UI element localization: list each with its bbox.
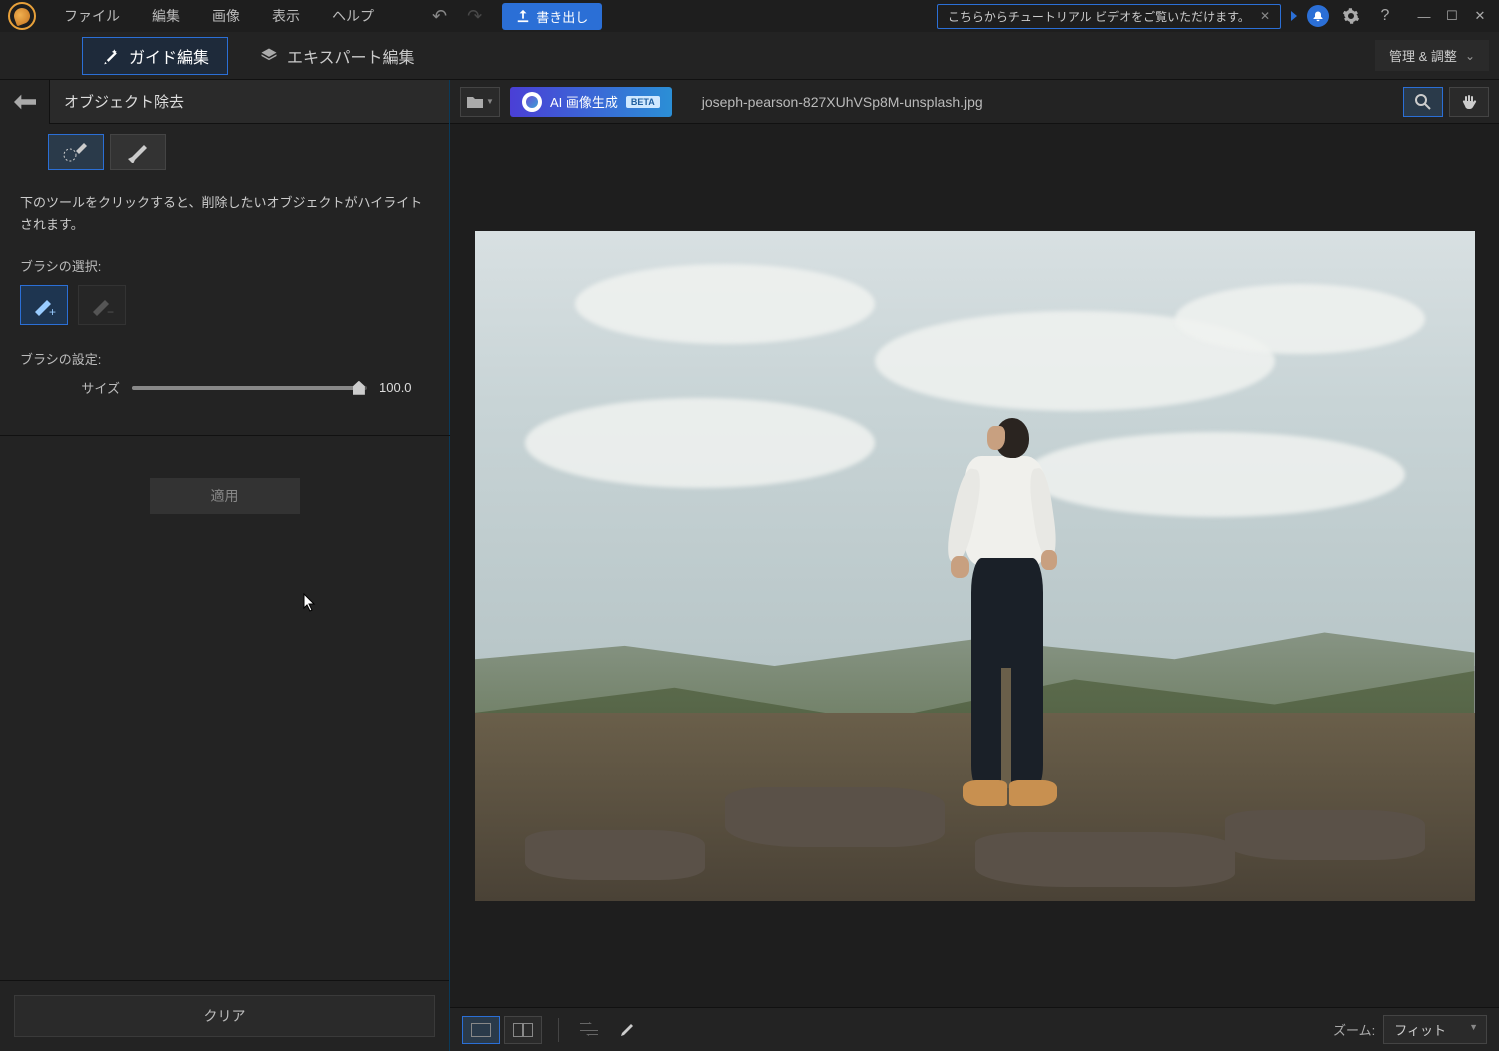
pan-tool-button[interactable]	[1449, 87, 1489, 117]
menu-help[interactable]: ヘルプ	[318, 2, 388, 30]
notifications-icon[interactable]	[1307, 5, 1329, 27]
canvas-image[interactable]	[475, 231, 1475, 901]
redo-button[interactable]: ↷	[461, 4, 488, 29]
svg-text:−: −	[107, 305, 114, 318]
tutorial-banner[interactable]: こちらからチュートリアル ビデオをご覧いただけます。 ✕	[937, 4, 1281, 29]
close-button[interactable]: ✕	[1469, 5, 1491, 27]
clear-button[interactable]: クリア	[14, 995, 435, 1037]
menu-file[interactable]: ファイル	[50, 2, 134, 30]
open-folder-button[interactable]: ▼	[460, 87, 500, 117]
beta-badge: BETA	[626, 96, 660, 108]
size-slider[interactable]	[132, 386, 367, 390]
zoom-label: ズーム:	[1333, 1020, 1375, 1039]
brush-subtract-button[interactable]: −	[78, 285, 126, 325]
brush-settings-label: ブラシの設定:	[20, 349, 429, 368]
tutorial-arrow-icon	[1291, 11, 1297, 21]
mode-guide-label: ガイド編集	[129, 44, 209, 68]
zoom-select[interactable]: フィット ▼	[1383, 1015, 1487, 1044]
menu-view[interactable]: 表示	[258, 2, 314, 30]
ai-label: AI 画像生成	[550, 92, 618, 111]
mouse-cursor	[303, 593, 317, 613]
view-single-button[interactable]	[462, 1016, 500, 1044]
tool-tab-line-brush[interactable]	[110, 134, 166, 170]
manage-adjust-label: 管理 & 調整	[1389, 46, 1457, 65]
instruction-text: 下のツールをクリックすると、削除したいオブジェクトがハイライトされます。	[20, 192, 429, 236]
zoom-value: フィット	[1394, 1023, 1446, 1038]
settings-icon[interactable]	[1339, 4, 1363, 28]
mode-expert-label: エキスパート編集	[287, 44, 415, 68]
ai-generate-button[interactable]: AI 画像生成 BETA	[510, 87, 672, 117]
brush-select-label: ブラシの選択:	[20, 256, 429, 275]
layers-icon	[259, 46, 279, 66]
brush-add-button[interactable]: +	[20, 285, 68, 325]
mode-expert-edit[interactable]: エキスパート編集	[240, 37, 434, 75]
brush-add-icon: +	[31, 292, 57, 318]
back-button[interactable]	[0, 80, 50, 124]
size-value: 100.0	[379, 380, 429, 395]
compare-icon[interactable]	[575, 1016, 603, 1044]
panel-title: オブジェクト除去	[50, 91, 184, 112]
manage-adjust-button[interactable]: 管理 & 調整 ⌄	[1375, 40, 1489, 71]
mode-guide-edit[interactable]: ガイド編集	[82, 37, 228, 75]
upload-icon	[516, 9, 530, 23]
magnifier-icon	[1414, 93, 1432, 111]
menu-image[interactable]: 画像	[198, 2, 254, 30]
tutorial-close-icon[interactable]: ✕	[1260, 9, 1270, 23]
wand-icon	[101, 46, 121, 66]
svg-text:+: +	[49, 305, 56, 318]
size-label: サイズ	[20, 378, 120, 397]
help-icon[interactable]: ?	[1373, 4, 1397, 28]
export-label: 書き出し	[536, 7, 588, 26]
chevron-down-icon: ▼	[486, 97, 494, 106]
person-subject	[945, 418, 1065, 848]
maximize-button[interactable]: ☐	[1441, 5, 1463, 27]
chevron-down-icon: ⌄	[1465, 49, 1475, 63]
chevron-down-icon: ▼	[1469, 1022, 1478, 1032]
tutorial-text: こちらからチュートリアル ビデオをご覧いただけます。	[948, 8, 1250, 25]
smart-brush-icon	[62, 141, 90, 163]
undo-button[interactable]: ↶	[426, 4, 453, 29]
line-brush-icon	[124, 141, 152, 163]
export-button[interactable]: 書き出し	[502, 3, 602, 30]
brush-subtract-icon: −	[89, 292, 115, 318]
app-logo[interactable]	[8, 2, 36, 30]
hand-icon	[1460, 93, 1478, 111]
zoom-tool-button[interactable]	[1403, 87, 1443, 117]
menu-edit[interactable]: 編集	[138, 2, 194, 30]
tool-tab-smart-brush[interactable]	[48, 134, 104, 170]
brush-icon[interactable]	[613, 1016, 641, 1044]
ai-icon	[522, 92, 542, 112]
filename-label: joseph-pearson-827XUhVSp8M-unsplash.jpg	[702, 94, 983, 110]
minimize-button[interactable]: —	[1413, 5, 1435, 27]
view-split-button[interactable]	[504, 1016, 542, 1044]
size-slider-thumb[interactable]	[353, 381, 365, 395]
apply-button[interactable]: 適用	[150, 478, 300, 514]
